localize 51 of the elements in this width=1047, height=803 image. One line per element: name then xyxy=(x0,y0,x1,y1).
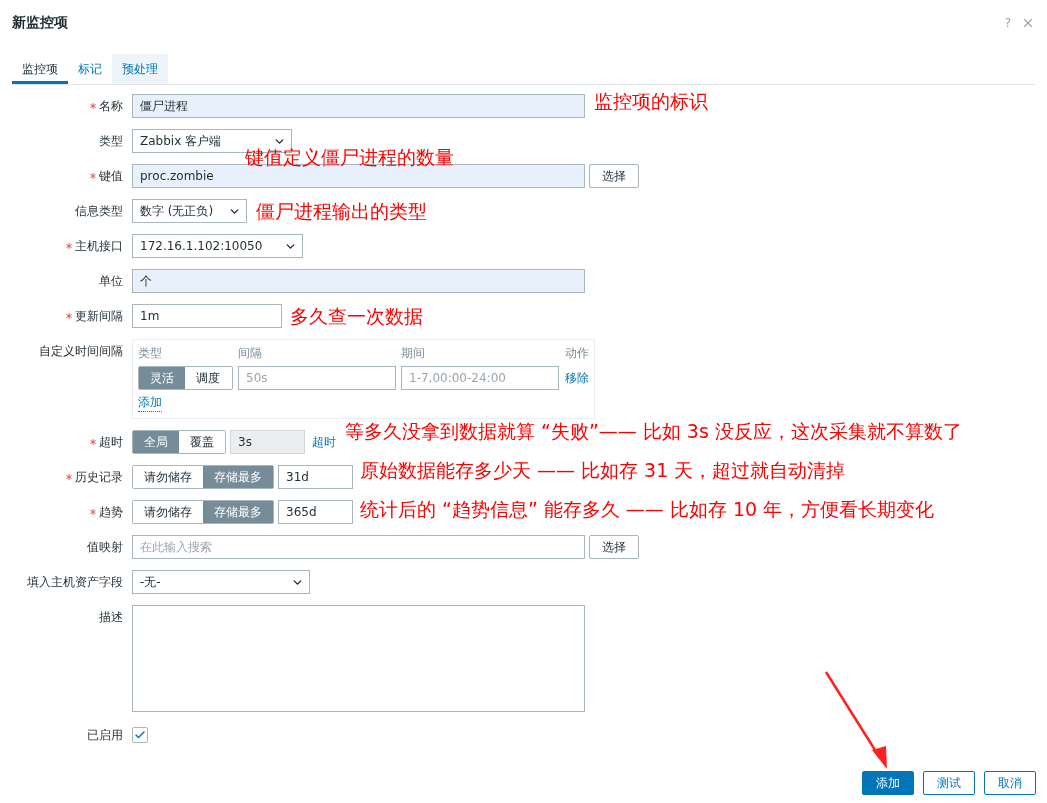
field-label: 信息类型 xyxy=(75,202,123,220)
period-field[interactable]: 1-7,00:00-24:00 xyxy=(401,366,559,390)
field-label: 值映射 xyxy=(87,538,123,556)
field-label: 名称 xyxy=(99,97,123,115)
column-header: 类型 xyxy=(138,345,163,362)
dropdown[interactable]: 172.16.1.102:10050 xyxy=(132,234,303,258)
text-field[interactable]: 在此输入搜索 xyxy=(132,535,585,559)
close-icon[interactable] xyxy=(1021,16,1035,30)
field-label: 自定义时间间隔 xyxy=(39,342,123,360)
description-field[interactable] xyxy=(132,605,585,712)
column-header: 期间 xyxy=(401,345,426,362)
tab[interactable]: 预处理 xyxy=(112,54,168,84)
checkmark-icon xyxy=(134,729,146,741)
dropdown[interactable]: 数字 (无正负) xyxy=(132,199,247,223)
annotation-note: 等多久没拿到数据就算 “失败”—— 比如 3s 没反应，这次采集就不算数了 xyxy=(345,420,962,442)
annotation-note: 监控项的标识 xyxy=(594,90,708,112)
annotation-note: 统计后的 “趋势信息” 能存多久 —— 比如存 10 年，方便看长期变化 xyxy=(360,498,935,520)
tab[interactable]: 监控项 xyxy=(12,54,68,84)
field-label: 填入主机资产字段 xyxy=(27,573,123,591)
field-label: 趋势 xyxy=(99,503,123,521)
field-label: 类型 xyxy=(99,132,123,150)
field-label: 键值 xyxy=(99,167,123,185)
footer-button[interactable]: 测试 xyxy=(923,771,975,795)
field-label: 描述 xyxy=(99,608,123,626)
tab[interactable]: 标记 xyxy=(68,54,112,84)
add-link[interactable]: 添加 xyxy=(138,394,162,412)
footer-button[interactable]: 取消 xyxy=(984,771,1036,795)
field-label: 单位 xyxy=(99,272,123,290)
column-header: 间隔 xyxy=(238,345,263,362)
field-label: 历史记录 xyxy=(75,468,123,486)
text-field[interactable]: 1m xyxy=(132,304,282,328)
text-field[interactable]: 个 xyxy=(132,269,585,293)
field-label: 已启用 xyxy=(87,726,123,744)
field-label: 超时 xyxy=(99,433,123,451)
annotation-note: 僵尸进程输出的类型 xyxy=(256,200,427,222)
annotation-note: 多久查一次数据 xyxy=(290,305,423,327)
select-button[interactable]: 选择 xyxy=(589,164,639,188)
interval-field[interactable]: 50s xyxy=(238,366,396,390)
dropdown[interactable]: -无- xyxy=(132,570,310,594)
select-button[interactable]: 选择 xyxy=(589,535,639,559)
remove-link[interactable]: 移除 xyxy=(565,369,589,387)
column-header: 动作 xyxy=(565,345,589,362)
field-label: 更新间隔 xyxy=(75,307,123,325)
annotation-note: 原始数据能存多少天 —— 比如存 31 天，超过就自动清掉 xyxy=(360,459,846,481)
text-field[interactable]: 僵尸进程 xyxy=(132,94,585,118)
field-label: 主机接口 xyxy=(75,237,123,255)
dialog-title: 新监控项 xyxy=(12,14,68,32)
duration-field[interactable]: 31d xyxy=(278,465,353,489)
enabled-checkbox[interactable] xyxy=(132,727,148,743)
footer-button[interactable]: 添加 xyxy=(862,771,914,795)
duration-field[interactable]: 365d xyxy=(278,500,353,524)
